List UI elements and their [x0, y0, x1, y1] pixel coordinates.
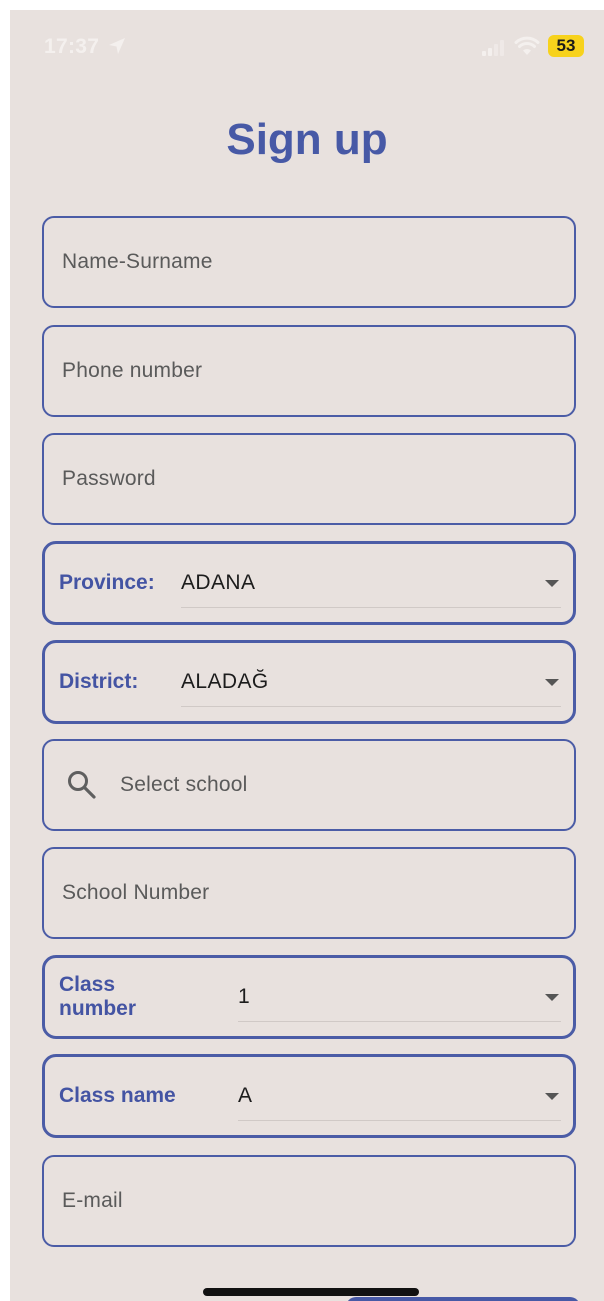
- class-name-value: A: [238, 1084, 253, 1107]
- select-school-search[interactable]: Select school: [42, 739, 576, 831]
- district-underline: [181, 706, 561, 707]
- screen: 17:37 53 Sign up Name-Surname Phone numb…: [10, 10, 604, 1301]
- district-select[interactable]: District: ALADAĞ: [42, 640, 576, 724]
- status-time: 17:37: [44, 35, 100, 58]
- school-number-input[interactable]: School Number: [42, 847, 576, 939]
- caret-down-icon[interactable]: [545, 994, 559, 1001]
- search-icon: [68, 771, 96, 799]
- password-input[interactable]: Password: [42, 433, 576, 525]
- province-value: ADANA: [181, 571, 256, 594]
- email-input[interactable]: E-mail: [42, 1155, 576, 1247]
- district-value: ALADAĞ: [181, 670, 269, 693]
- name-surname-placeholder: Name-Surname: [62, 250, 213, 273]
- name-surname-input[interactable]: Name-Surname: [42, 216, 576, 308]
- phone-number-input[interactable]: Phone number: [42, 325, 576, 417]
- province-label: Province:: [59, 571, 155, 594]
- class-number-label: Class number: [59, 973, 137, 1020]
- select-school-placeholder: Select school: [120, 773, 248, 796]
- battery-indicator: 53: [548, 35, 584, 57]
- class-number-select[interactable]: Class number 1: [42, 955, 576, 1039]
- page-title: Sign up: [226, 115, 388, 164]
- caret-down-icon[interactable]: [545, 1093, 559, 1100]
- caret-down-icon[interactable]: [545, 580, 559, 587]
- submit-button[interactable]: [346, 1297, 580, 1301]
- province-underline: [181, 607, 561, 608]
- cellular-signal-icon: [482, 40, 504, 56]
- email-placeholder: E-mail: [62, 1189, 123, 1212]
- class-number-value: 1: [238, 985, 251, 1008]
- wifi-icon: [514, 36, 540, 55]
- school-number-placeholder: School Number: [62, 881, 210, 904]
- password-placeholder: Password: [62, 467, 156, 490]
- class-name-label: Class name: [59, 1084, 176, 1107]
- district-label: District:: [59, 670, 139, 693]
- status-bar: 17:37 53: [10, 10, 604, 66]
- phone-number-placeholder: Phone number: [62, 359, 203, 382]
- province-select[interactable]: Province: ADANA: [42, 541, 576, 625]
- class-number-underline: [238, 1021, 561, 1022]
- caret-down-icon[interactable]: [545, 679, 559, 686]
- class-name-select[interactable]: Class name A: [42, 1054, 576, 1138]
- location-arrow-icon: [109, 38, 125, 54]
- home-indicator[interactable]: [203, 1288, 419, 1296]
- class-name-underline: [238, 1120, 561, 1121]
